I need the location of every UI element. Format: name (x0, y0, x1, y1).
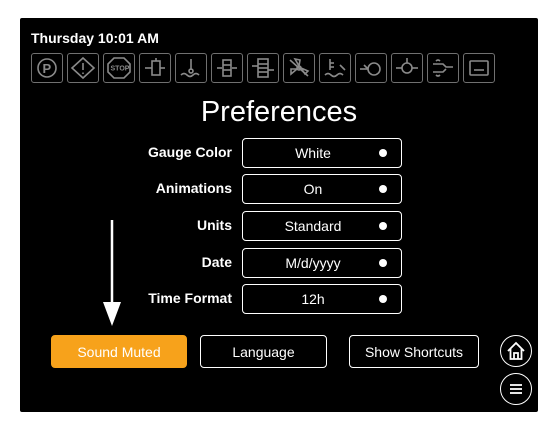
display-screen: Thursday 10:01 AM P STOP Preferences Gau… (20, 18, 538, 412)
setting-value: Standard (284, 218, 342, 234)
setting-row-gauge-color: Gauge Color White (20, 138, 538, 168)
setting-label: Units (197, 217, 232, 233)
setting-row-units: Units Standard (20, 211, 538, 241)
show-shortcuts-button[interactable]: Show Shortcuts (349, 335, 479, 368)
setting-value: M/d/yyyy (285, 255, 341, 271)
setting-label: Animations (155, 180, 232, 196)
coolant-level-icon (175, 53, 207, 83)
sound-muted-button[interactable]: Sound Muted (51, 335, 187, 368)
setting-row-time-format: Time Format 12h (20, 284, 538, 314)
language-button[interactable]: Language (200, 335, 327, 368)
setting-value: White (295, 145, 331, 161)
fuel-filter-icon (139, 53, 171, 83)
dropdown-dot-icon (379, 222, 387, 230)
dropdown-dot-icon (379, 295, 387, 303)
setting-row-date: Date M/d/yyyy (20, 248, 538, 278)
annotation-arrow (103, 220, 121, 326)
gauge-color-select[interactable]: White (242, 138, 402, 168)
parking-brake-icon: P (31, 53, 63, 83)
engine-oil-icon (319, 53, 351, 83)
setting-label: Date (201, 254, 232, 270)
time-format-select[interactable]: 12h (242, 284, 402, 314)
svg-text:P: P (43, 61, 52, 76)
stop-icon: STOP (103, 53, 135, 83)
menu-button[interactable] (500, 373, 532, 405)
dropdown-dot-icon (379, 149, 387, 157)
indicator-bar: P STOP (31, 53, 495, 83)
warning-icon (67, 53, 99, 83)
glow-plug-icon (427, 53, 459, 83)
date-format-select[interactable]: M/d/yyyy (242, 248, 402, 278)
home-button[interactable] (500, 335, 532, 367)
units-select[interactable]: Standard (242, 211, 402, 241)
dropdown-dot-icon (379, 185, 387, 193)
date-time-readout: Thursday 10:01 AM (31, 30, 159, 46)
setting-row-animations: Animations On (20, 174, 538, 204)
page-title: Preferences (200, 96, 358, 128)
hydraulic-oil-icon (355, 53, 387, 83)
setting-value: On (303, 181, 323, 197)
setting-label: Time Format (148, 290, 232, 306)
setting-label: Gauge Color (147, 144, 232, 160)
svg-text:STOP: STOP (111, 66, 130, 73)
setting-value: 12h (301, 291, 325, 307)
dropdown-dot-icon (379, 259, 387, 267)
hamburger-menu-icon (510, 384, 522, 394)
home-icon (507, 341, 525, 360)
transmission-oil-icon (391, 53, 423, 83)
wrench-service-icon (463, 53, 495, 83)
fan-icon (283, 53, 315, 83)
air-filter-icon (211, 53, 243, 83)
animations-select[interactable]: On (242, 174, 402, 204)
hydraulic-filter-icon (247, 53, 279, 83)
